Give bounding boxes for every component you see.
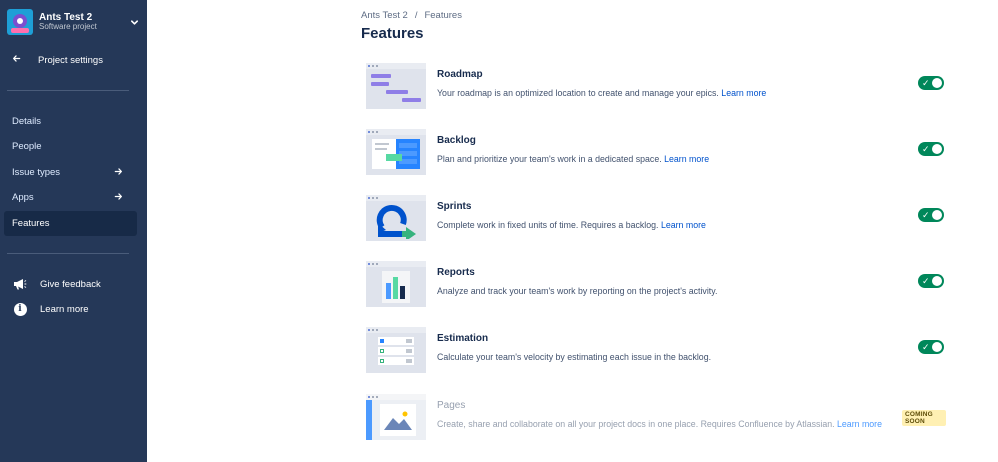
feature-description: Create, share and collaborate on all you… <box>437 419 883 429</box>
check-icon: ✓ <box>922 276 930 286</box>
sidebar-item-label: Details <box>12 116 42 127</box>
breadcrumb-current[interactable]: Features <box>424 10 462 21</box>
megaphone-icon <box>12 277 28 291</box>
feature-estimation: Estimation Calculate your team's velocit… <box>366 327 946 375</box>
feature-backlog: Backlog Plan and prioritize your team's … <box>366 129 946 177</box>
check-icon: ✓ <box>922 144 930 154</box>
back-to-project-button[interactable]: Project settings <box>12 54 103 66</box>
roadmap-toggle[interactable]: ✓ <box>918 76 944 90</box>
learn-more-link[interactable]: Learn more <box>837 419 882 429</box>
feature-pages: Pages Create, share and collaborate on a… <box>366 394 946 442</box>
sidebar-item-features[interactable]: Features <box>4 211 137 236</box>
sidebar-item-label: Features <box>12 218 50 229</box>
learn-more-link[interactable]: Learn more <box>721 88 766 98</box>
feature-title: Estimation <box>437 333 489 344</box>
breadcrumb-project-link[interactable]: Ants Test 2 <box>361 10 408 21</box>
project-switcher[interactable]: Ants Test 2 Software project <box>7 8 141 36</box>
feature-sprints: Sprints Complete work in fixed units of … <box>366 195 946 243</box>
feature-description: Analyze and track your team's work by re… <box>437 286 718 296</box>
sprints-toggle[interactable]: ✓ <box>918 208 944 222</box>
backlog-illustration-icon <box>366 129 426 175</box>
back-label: Project settings <box>38 54 103 66</box>
check-icon: ✓ <box>922 78 930 88</box>
feature-title: Reports <box>437 267 475 278</box>
coming-soon-badge: COMING SOON <box>902 410 946 426</box>
feature-description: Plan and prioritize your team's work in … <box>437 154 710 164</box>
pages-document-icon <box>366 394 426 440</box>
breadcrumb: Ants Test 2 / Features <box>361 10 462 21</box>
give-feedback-label: Give feedback <box>40 278 101 290</box>
backlog-toggle[interactable]: ✓ <box>918 142 944 156</box>
check-icon: ✓ <box>922 342 930 352</box>
feature-title: Pages <box>437 400 466 411</box>
page-title: Features <box>361 25 424 42</box>
feature-description: Complete work in fixed units of time. Re… <box>437 220 706 230</box>
sidebar-item-apps[interactable]: Apps <box>4 185 137 210</box>
feature-title: Sprints <box>437 201 472 212</box>
feature-description: Calculate your team's velocity by estima… <box>437 352 712 362</box>
feature-roadmap: Roadmap Your roadmap is an optimized loc… <box>366 63 946 111</box>
arrow-right-icon <box>114 192 123 204</box>
sidebar-item-label: People <box>12 141 42 152</box>
project-sidebar: Ants Test 2 Software project Project set… <box>0 0 147 462</box>
info-icon: i <box>12 302 28 316</box>
feature-description: Your roadmap is an optimized location to… <box>437 88 767 98</box>
feature-reports: Reports Analyze and track your team's wo… <box>366 261 946 309</box>
reports-chart-icon <box>366 261 426 307</box>
chevron-down-icon[interactable] <box>127 15 141 29</box>
roadmap-illustration-icon <box>366 63 426 109</box>
project-type: Software project <box>39 22 97 32</box>
sidebar-item-label: Apps <box>12 192 34 203</box>
arrow-right-icon <box>114 167 123 179</box>
sidebar-item-people[interactable]: People <box>4 134 137 159</box>
estimation-list-icon <box>366 327 426 373</box>
sidebar-item-label: Issue types <box>12 167 61 178</box>
learn-more-label: Learn more <box>40 303 89 315</box>
project-avatar <box>7 9 33 35</box>
learn-more-button[interactable]: i Learn more <box>12 302 89 316</box>
check-icon: ✓ <box>922 210 930 220</box>
sprint-cycle-icon <box>366 195 426 241</box>
feature-title: Backlog <box>437 135 476 146</box>
sidebar-divider <box>7 253 129 254</box>
sidebar-divider <box>7 90 129 91</box>
learn-more-link[interactable]: Learn more <box>664 154 709 164</box>
feature-title: Roadmap <box>437 69 483 80</box>
sidebar-item-details[interactable]: Details <box>4 109 137 134</box>
reports-toggle[interactable]: ✓ <box>918 274 944 288</box>
estimation-toggle[interactable]: ✓ <box>918 340 944 354</box>
sidebar-item-issue-types[interactable]: Issue types <box>4 160 137 185</box>
learn-more-link[interactable]: Learn more <box>661 220 706 230</box>
give-feedback-button[interactable]: Give feedback <box>12 277 101 291</box>
arrow-left-icon <box>12 54 28 66</box>
